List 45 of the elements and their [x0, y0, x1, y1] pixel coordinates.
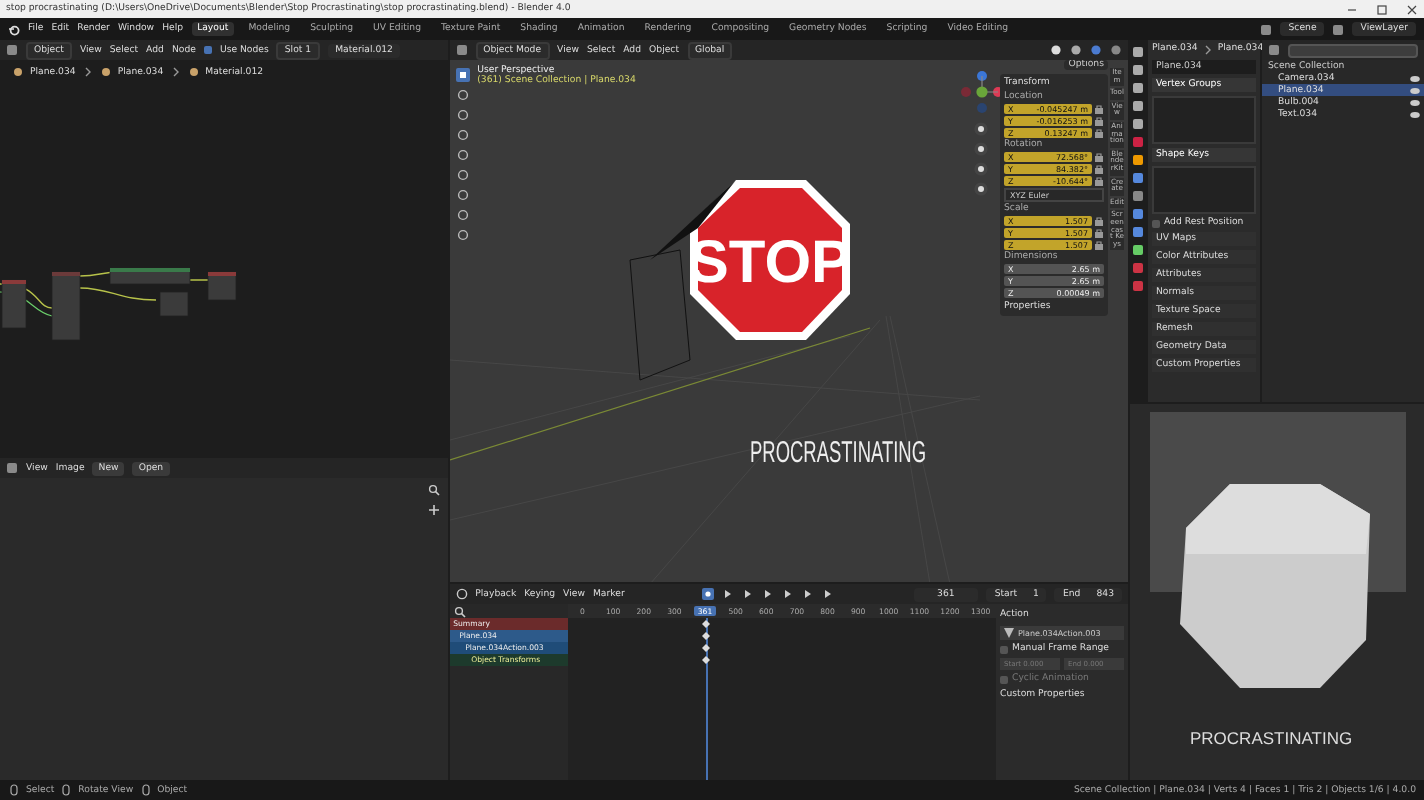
- pan-icon[interactable]: [427, 504, 440, 516]
- checkbox[interactable]: [1152, 219, 1160, 227]
- material-icon[interactable]: [1132, 262, 1144, 274]
- texture-icon[interactable]: [1132, 280, 1144, 292]
- caption-text: PROCRASTINATING: [1190, 728, 1353, 748]
- lock-icon[interactable]: [1094, 128, 1104, 138]
- lock-icon[interactable]: [1094, 104, 1104, 114]
- object-icon[interactable]: [1132, 154, 1144, 166]
- mouse-icon: [139, 784, 152, 796]
- chevron-icon: [81, 66, 94, 78]
- mouse-icon: [60, 784, 73, 796]
- lock-icon[interactable]: [1094, 240, 1104, 250]
- mesh-data-icon[interactable]: [1132, 244, 1144, 256]
- object-icon: [99, 66, 112, 78]
- close-icon[interactable]: [1406, 3, 1418, 15]
- chevron-icon: [169, 66, 182, 78]
- lock-icon[interactable]: [1094, 228, 1104, 238]
- maximize-icon[interactable]: [1376, 3, 1388, 15]
- minimize-icon[interactable]: [1346, 3, 1358, 15]
- lock-icon[interactable]: [1094, 164, 1104, 174]
- play-icon[interactable]: [782, 588, 795, 600]
- lock-icon[interactable]: [1094, 152, 1104, 162]
- axis-gizmo[interactable]: [957, 68, 1006, 116]
- search-field[interactable]: [1288, 43, 1418, 57]
- modifier-icon[interactable]: [1132, 172, 1144, 184]
- blender-logo-icon: [8, 23, 20, 35]
- search-icon[interactable]: [453, 605, 466, 617]
- object-icon: [12, 66, 24, 78]
- lock-icon[interactable]: [1094, 216, 1104, 226]
- action-icon: [1004, 628, 1014, 638]
- physics-icon[interactable]: [1132, 208, 1144, 220]
- mouse-icon: [8, 784, 20, 796]
- world-icon[interactable]: [1132, 136, 1144, 148]
- lock-icon[interactable]: [1094, 116, 1104, 126]
- record-icon[interactable]: [702, 588, 715, 600]
- caption-text: PROCRASTINATING: [749, 436, 1036, 470]
- checkbox[interactable]: [1000, 645, 1008, 653]
- object-icon: [187, 66, 200, 78]
- select-box-icon[interactable]: [455, 68, 470, 82]
- checkbox[interactable]: [203, 46, 212, 54]
- constraint-icon[interactable]: [1132, 226, 1144, 238]
- clock-icon[interactable]: [455, 588, 468, 600]
- lock-icon[interactable]: [1094, 176, 1104, 186]
- camera-frame-drawing: [628, 249, 690, 381]
- chevron-icon: [1201, 44, 1214, 56]
